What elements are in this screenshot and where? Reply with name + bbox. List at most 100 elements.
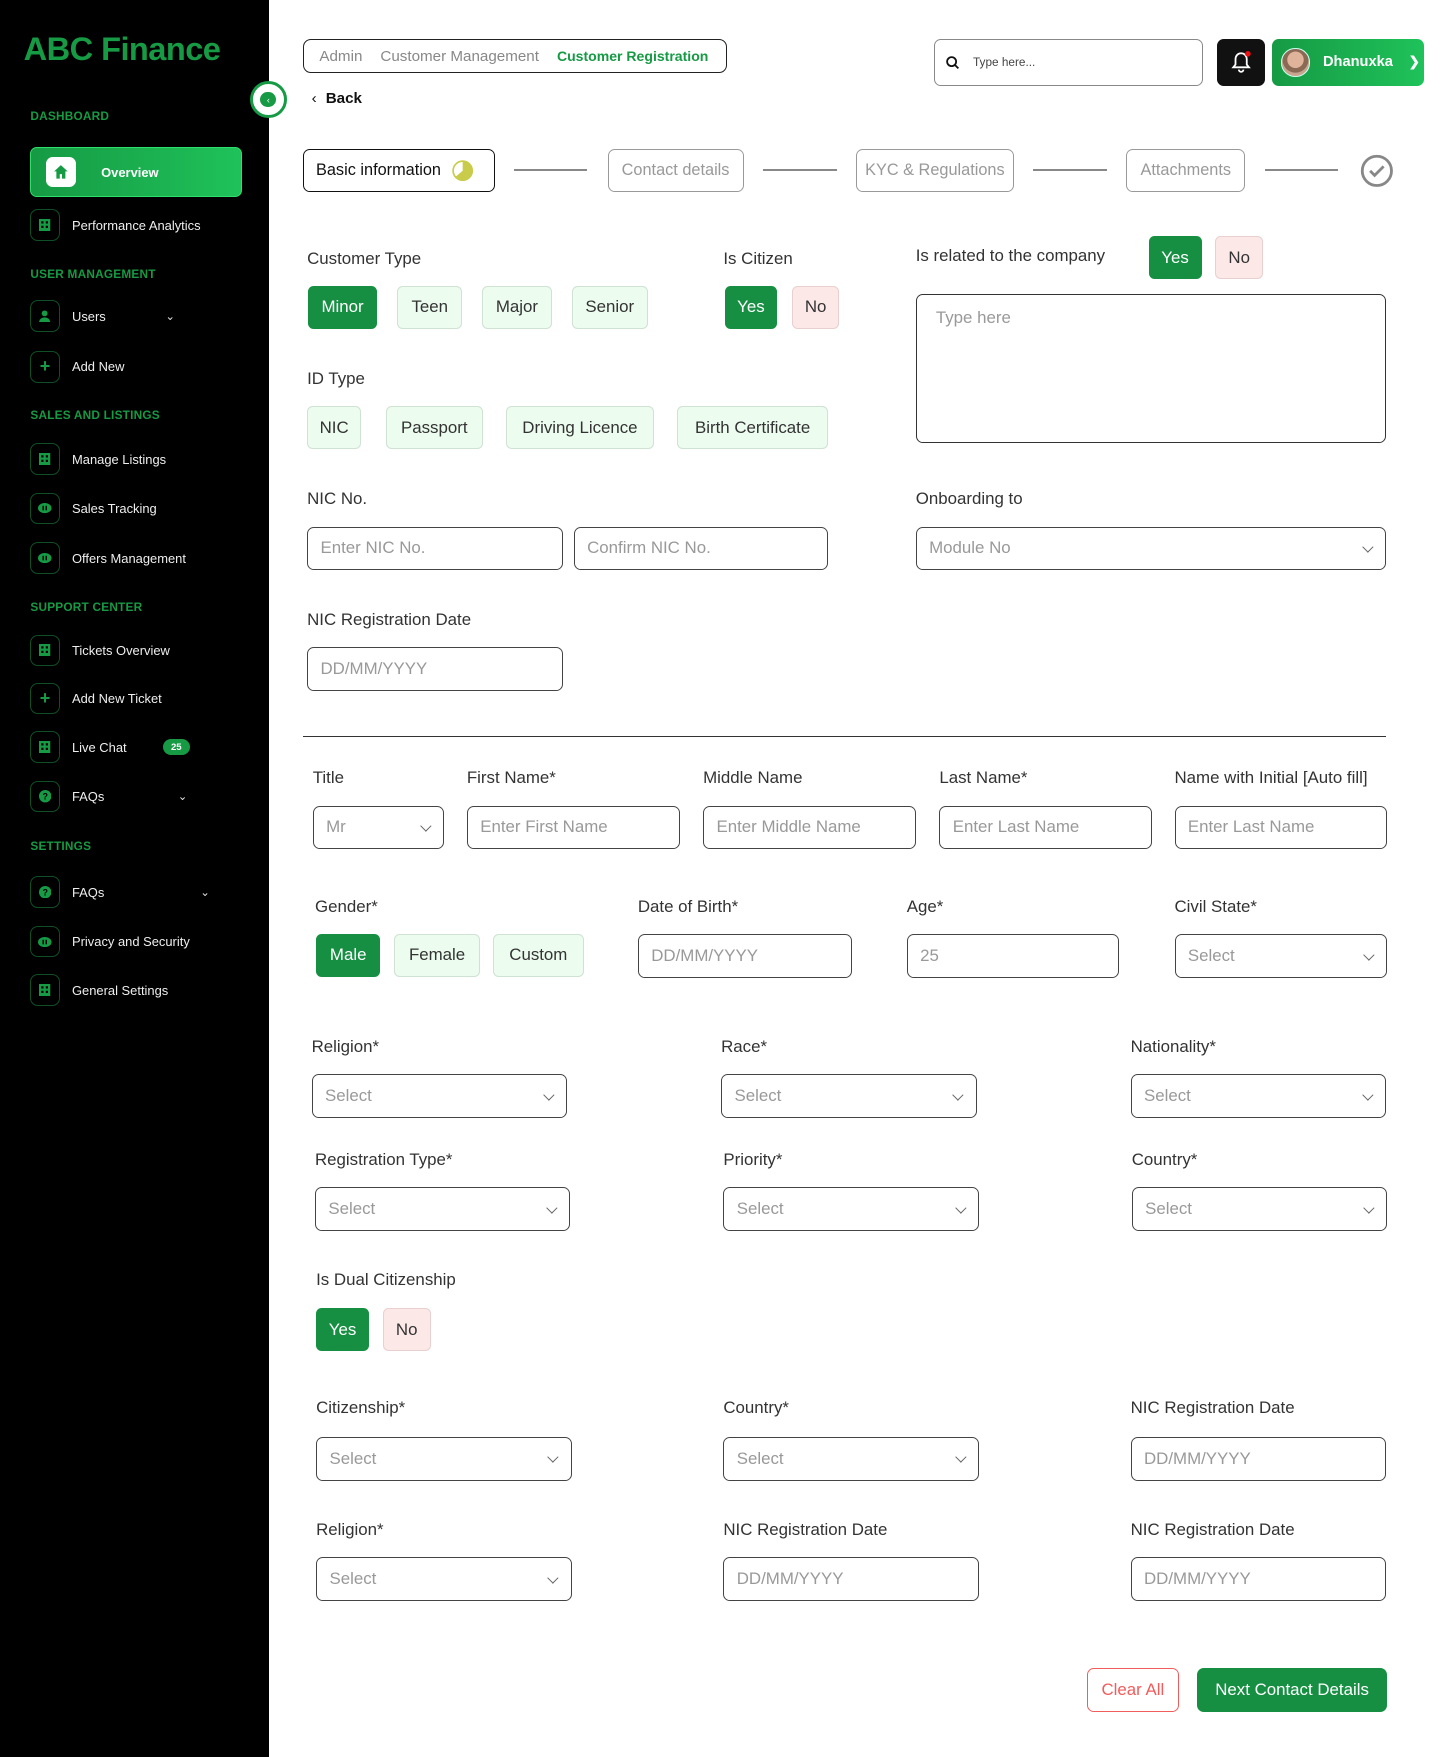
country-select[interactable]: Select <box>1131 1186 1388 1231</box>
nic-registration-date-2-input[interactable]: DD/MM/YYYY <box>1130 1436 1386 1481</box>
section-dashboard: DASHBOARD <box>30 109 110 124</box>
registration-type-label: Registration Type* <box>315 1149 453 1169</box>
sidebar-item-general-settings[interactable]: General Settings <box>30 974 242 1006</box>
is-related-yes[interactable]: Yes <box>1148 236 1202 279</box>
step-kyc-regulations[interactable]: KYC & Regulations <box>856 148 1014 193</box>
sidebar-item-performance-analytics[interactable]: Performance Analytics <box>30 209 242 241</box>
breadcrumb-customer-management[interactable]: Customer Management <box>380 48 539 65</box>
last-name-label: Last Name* <box>939 768 1028 788</box>
notifications-button[interactable] <box>1217 39 1265 86</box>
nationality-label: Nationality* <box>1130 1037 1216 1057</box>
step-label: Basic information <box>316 160 441 179</box>
dual-citizenship-no[interactable]: No <box>382 1308 431 1352</box>
question-icon: ? <box>30 780 60 813</box>
id-type-nic[interactable]: NIC <box>307 406 362 449</box>
onboarding-select[interactable]: Module No <box>915 526 1386 571</box>
sidebar-item-manage-listings[interactable]: Manage Listings <box>30 443 242 475</box>
religion-select[interactable]: Select <box>311 1074 567 1119</box>
step-contact-details[interactable]: Contact details <box>607 148 744 193</box>
middle-name-input[interactable]: Enter Middle Name <box>703 805 916 850</box>
sidebar-item-users[interactable]: Users ⌄ <box>30 300 242 332</box>
customer-type-minor[interactable]: Minor <box>308 285 377 329</box>
eye-icon <box>30 925 60 958</box>
citizenship-select[interactable]: Select <box>316 1436 572 1481</box>
step-attachments[interactable]: Attachments <box>1126 148 1246 193</box>
back-link[interactable]: ‹ Back <box>312 90 362 107</box>
step-basic-information[interactable]: Basic information <box>302 148 495 193</box>
sidebar-item-add-new-ticket[interactable]: + Add New Ticket <box>30 682 242 715</box>
is-related-no[interactable]: No <box>1215 236 1264 279</box>
chevron-down-icon[interactable]: ⌄ <box>200 886 209 899</box>
name-with-initial-label: Name with Initial [Auto fill] <box>1174 768 1368 788</box>
sidebar-item-tickets-overview[interactable]: Tickets Overview <box>30 634 242 666</box>
sidebar-item-privacy-security[interactable]: Privacy and Security <box>30 925 242 958</box>
sidebar-item-faqs-support[interactable]: ? FAQs ⌄ <box>30 780 242 813</box>
gender-custom[interactable]: Custom <box>492 933 584 977</box>
sidebar-item-label: Users <box>72 308 106 324</box>
sidebar-item-label: Sales Tracking <box>72 501 157 516</box>
chevron-left-icon: ‹ <box>311 90 317 107</box>
id-type-passport[interactable]: Passport <box>385 406 483 449</box>
country-2-label: Country* <box>723 1398 789 1418</box>
sidebar-item-live-chat[interactable]: Live Chat 25 <box>30 731 242 763</box>
race-select[interactable]: Select <box>721 1074 977 1119</box>
building-icon <box>30 443 60 475</box>
sidebar-item-faqs-settings[interactable]: ? FAQs ⌄ <box>30 876 242 908</box>
svg-text:?: ? <box>42 792 48 802</box>
religion-label: Religion* <box>311 1037 380 1057</box>
last-name-input[interactable]: Enter Last Name <box>939 805 1152 850</box>
related-details-textarea[interactable]: Type here <box>915 293 1386 444</box>
sidebar-item-label: Overview <box>101 164 159 180</box>
nic-no-input[interactable]: Enter NIC No. <box>307 526 563 571</box>
sidebar-item-label: Manage Listings <box>72 451 167 467</box>
is-citizen-yes[interactable]: Yes <box>724 285 778 329</box>
search-input[interactable]: Type here... <box>933 39 1203 86</box>
sidebar-item-offers-management[interactable]: Offers Management <box>30 542 242 574</box>
breadcrumb-admin[interactable]: Admin <box>319 48 362 65</box>
name-with-initial-input[interactable]: Enter Last Name <box>1174 805 1388 850</box>
nationality-select[interactable]: Select <box>1130 1074 1386 1119</box>
user-menu[interactable]: Dhanuxka ❯ <box>1272 39 1425 86</box>
gender-male[interactable]: Male <box>316 933 381 977</box>
customer-type-teen[interactable]: Teen <box>397 285 463 329</box>
registration-type-select[interactable]: Select <box>315 1186 571 1231</box>
confirm-nic-no-input[interactable]: Confirm NIC No. <box>573 526 828 571</box>
sidebar-item-label: Privacy and Security <box>72 934 190 950</box>
title-select[interactable]: Mr <box>312 805 445 850</box>
nic-registration-date-3-input[interactable]: DD/MM/YYYY <box>723 1557 979 1601</box>
is-citizen-label: Is Citizen <box>723 248 793 268</box>
customer-type-major[interactable]: Major <box>481 285 553 329</box>
section-settings: SETTINGS <box>30 839 92 854</box>
chevron-down-icon[interactable]: ⌄ <box>178 790 187 803</box>
sidebar-item-sales-tracking[interactable]: Sales Tracking <box>30 492 242 525</box>
nic-no-label: NIC No. <box>307 489 368 509</box>
citizenship-label: Citizenship* <box>316 1398 406 1418</box>
sidebar-item-label: FAQs <box>72 789 105 804</box>
religion-2-select[interactable]: Select <box>316 1557 572 1601</box>
customer-type-senior[interactable]: Senior <box>571 285 648 329</box>
clear-all-button[interactable]: Clear All <box>1086 1668 1179 1713</box>
priority-select[interactable]: Select <box>723 1186 979 1231</box>
dual-citizenship-yes[interactable]: Yes <box>316 1308 369 1352</box>
sidebar-item-add-new[interactable]: + Add New <box>30 351 242 383</box>
nic-registration-date-4-input[interactable]: DD/MM/YYYY <box>1130 1557 1386 1601</box>
brand-logo: ABC Finance <box>23 30 221 68</box>
collapse-sidebar-button[interactable]: ‹ <box>249 81 287 119</box>
civil-state-select[interactable]: Select <box>1174 933 1388 978</box>
age-input[interactable]: 25 <box>906 933 1120 978</box>
is-citizen-no[interactable]: No <box>792 285 840 329</box>
country-label: Country* <box>1131 1149 1198 1169</box>
next-contact-details-button[interactable]: Next Contact Details <box>1197 1668 1388 1713</box>
id-type-driving-licence[interactable]: Driving Licence <box>506 406 654 449</box>
country-2-select[interactable]: Select <box>723 1436 979 1481</box>
chevron-down-icon[interactable]: ⌄ <box>165 310 174 323</box>
dob-input[interactable]: DD/MM/YYYY <box>637 933 852 978</box>
gender-female[interactable]: Female <box>393 933 481 977</box>
back-label: Back <box>325 90 362 107</box>
race-label: Race* <box>721 1037 768 1057</box>
step-connector <box>762 168 837 171</box>
nic-registration-date-input[interactable]: DD/MM/YYYY <box>307 646 563 691</box>
sidebar-item-overview[interactable]: Overview <box>30 147 242 197</box>
first-name-input[interactable]: Enter First Name <box>466 805 680 850</box>
id-type-birth-certificate[interactable]: Birth Certificate <box>677 406 828 449</box>
